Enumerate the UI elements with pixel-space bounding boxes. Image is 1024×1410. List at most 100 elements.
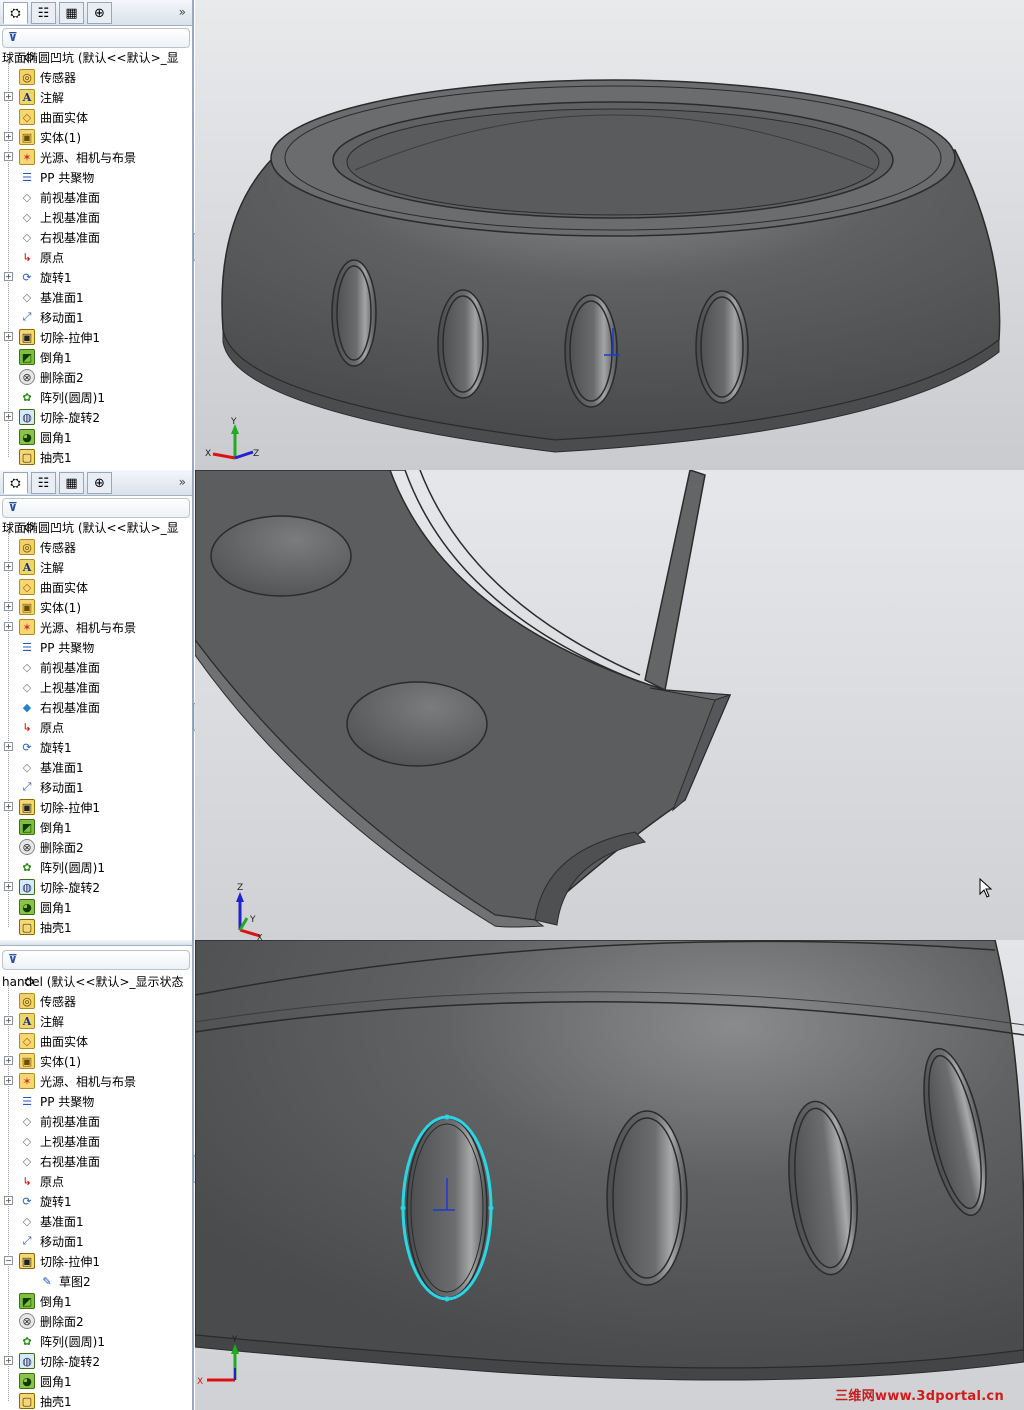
collapse-toggle[interactable]: −	[4, 1256, 13, 1265]
tree-item[interactable]: + ◍ 切除-旋转2	[0, 407, 192, 427]
dimxpert-tab[interactable]: ⊕	[87, 472, 112, 494]
tree-item[interactable]: ◇ 基准面1	[0, 1211, 192, 1231]
expand-toggle[interactable]: +	[4, 602, 13, 611]
tree-item[interactable]: + A 注解	[0, 87, 192, 107]
feature-manager-tab[interactable]: ⛭	[3, 472, 28, 494]
tree-item[interactable]: ◆ 右视基准面	[0, 697, 192, 717]
tree-item[interactable]: ◩ 倒角1	[0, 347, 192, 367]
tree-root[interactable]: ⛭ 球面椭圆凹坑 (默认<<默认>_显	[2, 517, 179, 537]
tree-item[interactable]: + ✶ 光源、相机与布景	[0, 617, 192, 637]
tree-item[interactable]: ◕ 圆角1	[0, 1371, 192, 1391]
tree-item[interactable]: + ▣ 实体(1)	[0, 127, 192, 147]
tree-item[interactable]: ◇ 前视基准面	[0, 187, 192, 207]
tree-item[interactable]: ◇ 前视基准面	[0, 1111, 192, 1131]
expand-toggle[interactable]: +	[4, 882, 13, 891]
tree-item[interactable]: ◇ 基准面1	[0, 287, 192, 307]
tree-item[interactable]: + A 注解	[0, 1011, 192, 1031]
tabs-more-button[interactable]: »	[179, 5, 186, 19]
tree-item[interactable]: − ▣ 切除-拉伸1	[0, 1251, 192, 1271]
feature-manager-tab[interactable]: ⛭	[3, 2, 28, 24]
tree-item[interactable]: ✎ 草图2	[0, 1271, 192, 1291]
tree-item[interactable]: + ✶ 光源、相机与布景	[0, 147, 192, 167]
expand-toggle[interactable]: +	[4, 562, 13, 571]
tree-item[interactable]: ▢ 抽壳1	[0, 917, 192, 937]
expand-toggle[interactable]: +	[4, 1016, 13, 1025]
expand-toggle[interactable]: +	[4, 152, 13, 161]
tree-item[interactable]: ◇ 上视基准面	[0, 207, 192, 227]
tree-item[interactable]: ◇ 右视基准面	[0, 227, 192, 247]
tree-item[interactable]: ◎ 传感器	[0, 67, 192, 87]
tree-item-label: 切除-旋转2	[40, 410, 100, 425]
tree-item[interactable]: ◇ 前视基准面	[0, 657, 192, 677]
tree-item[interactable]: + ▣ 实体(1)	[0, 597, 192, 617]
tree-item[interactable]: ☰ PP 共聚物	[0, 167, 192, 187]
tree-item[interactable]: ◎ 传感器	[0, 991, 192, 1011]
tree-item[interactable]: ◇ 曲面实体	[0, 107, 192, 127]
tree-item[interactable]: + A 注解	[0, 557, 192, 577]
tree-item[interactable]: ▢ 抽壳1	[0, 1391, 192, 1410]
expand-toggle[interactable]: +	[4, 1076, 13, 1085]
graphics-viewport[interactable]: Z Y X	[195, 470, 1024, 940]
tree-item[interactable]: ✿ 阵列(圆周)1	[0, 1331, 192, 1351]
tree-item[interactable]: ▢ 抽壳1	[0, 447, 192, 467]
tree-item[interactable]: ↳ 原点	[0, 717, 192, 737]
expand-toggle[interactable]: +	[4, 1056, 13, 1065]
tree-item[interactable]: ◇ 曲面实体	[0, 1031, 192, 1051]
tree-item[interactable]: ↳ 原点	[0, 247, 192, 267]
tabs-more-button[interactable]: »	[179, 475, 186, 489]
tree-item[interactable]: + ⟳ 旋转1	[0, 737, 192, 757]
expand-toggle[interactable]: +	[4, 622, 13, 631]
expand-toggle[interactable]: +	[4, 92, 13, 101]
expand-toggle[interactable]: +	[4, 272, 13, 281]
expand-toggle[interactable]: +	[4, 332, 13, 341]
tree-item[interactable]: + ⟳ 旋转1	[0, 267, 192, 287]
tree-filter[interactable]: ⊽	[2, 28, 190, 48]
expand-toggle[interactable]: +	[4, 1356, 13, 1365]
tree-item[interactable]: ⊗ 删除面2	[0, 367, 192, 387]
tree-item[interactable]: ⤢ 移动面1	[0, 307, 192, 327]
expand-toggle[interactable]: +	[4, 742, 13, 751]
graphics-viewport[interactable]: Y X 三维网www.3dportal.cn	[195, 940, 1024, 1410]
tree-item[interactable]: ◇ 右视基准面	[0, 1151, 192, 1171]
tree-item[interactable]: ☰ PP 共聚物	[0, 637, 192, 657]
tree-item[interactable]: + ⟳ 旋转1	[0, 1191, 192, 1211]
tree-item[interactable]: + ✶ 光源、相机与布景	[0, 1071, 192, 1091]
property-manager-tab[interactable]: ☷	[31, 2, 56, 24]
tree-item[interactable]: + ▣ 切除-拉伸1	[0, 327, 192, 347]
tree-filter[interactable]: ⊽	[2, 950, 190, 970]
tree-item[interactable]: ◕ 圆角1	[0, 427, 192, 447]
expand-toggle[interactable]: +	[4, 412, 13, 421]
tree-filter[interactable]: ⊽	[2, 498, 190, 518]
tree-item[interactable]: ◇ 上视基准面	[0, 1131, 192, 1151]
tree-item[interactable]: ◩ 倒角1	[0, 817, 192, 837]
tree-item[interactable]: ⊗ 删除面2	[0, 837, 192, 857]
tree-item[interactable]: ◇ 曲面实体	[0, 577, 192, 597]
tree-item[interactable]: ✿ 阵列(圆周)1	[0, 387, 192, 407]
watermark-url: www.3dportal.cn	[875, 1389, 1004, 1404]
tree-root[interactable]: ⛭ 球面椭圆凹坑 (默认<<默认>_显	[2, 47, 179, 67]
configuration-manager-tab[interactable]: ▦	[59, 472, 84, 494]
tree-item[interactable]: ◎ 传感器	[0, 537, 192, 557]
tree-item[interactable]: ✿ 阵列(圆周)1	[0, 857, 192, 877]
tree-item[interactable]: ⤢ 移动面1	[0, 1231, 192, 1251]
tree-item[interactable]: ◇ 上视基准面	[0, 677, 192, 697]
configuration-manager-tab[interactable]: ▦	[59, 2, 84, 24]
tree-item[interactable]: ◇ 基准面1	[0, 757, 192, 777]
tree-item[interactable]: + ◍ 切除-旋转2	[0, 877, 192, 897]
expand-toggle[interactable]: +	[4, 132, 13, 141]
tree-item[interactable]: ◩ 倒角1	[0, 1291, 192, 1311]
tree-item[interactable]: + ▣ 切除-拉伸1	[0, 797, 192, 817]
tree-item[interactable]: ⤢ 移动面1	[0, 777, 192, 797]
tree-item[interactable]: + ◍ 切除-旋转2	[0, 1351, 192, 1371]
expand-toggle[interactable]: +	[4, 1196, 13, 1205]
graphics-viewport[interactable]: Y X Z	[195, 0, 1024, 470]
tree-item[interactable]: ⊗ 删除面2	[0, 1311, 192, 1331]
property-manager-tab[interactable]: ☷	[31, 472, 56, 494]
tree-root[interactable]: ⛭ handel (默认<<默认>_显示状态	[2, 971, 184, 991]
tree-item[interactable]: ☰ PP 共聚物	[0, 1091, 192, 1111]
dimxpert-tab[interactable]: ⊕	[87, 2, 112, 24]
tree-item[interactable]: ◕ 圆角1	[0, 897, 192, 917]
expand-toggle[interactable]: +	[4, 802, 13, 811]
tree-item[interactable]: + ▣ 实体(1)	[0, 1051, 192, 1071]
tree-item[interactable]: ↳ 原点	[0, 1171, 192, 1191]
